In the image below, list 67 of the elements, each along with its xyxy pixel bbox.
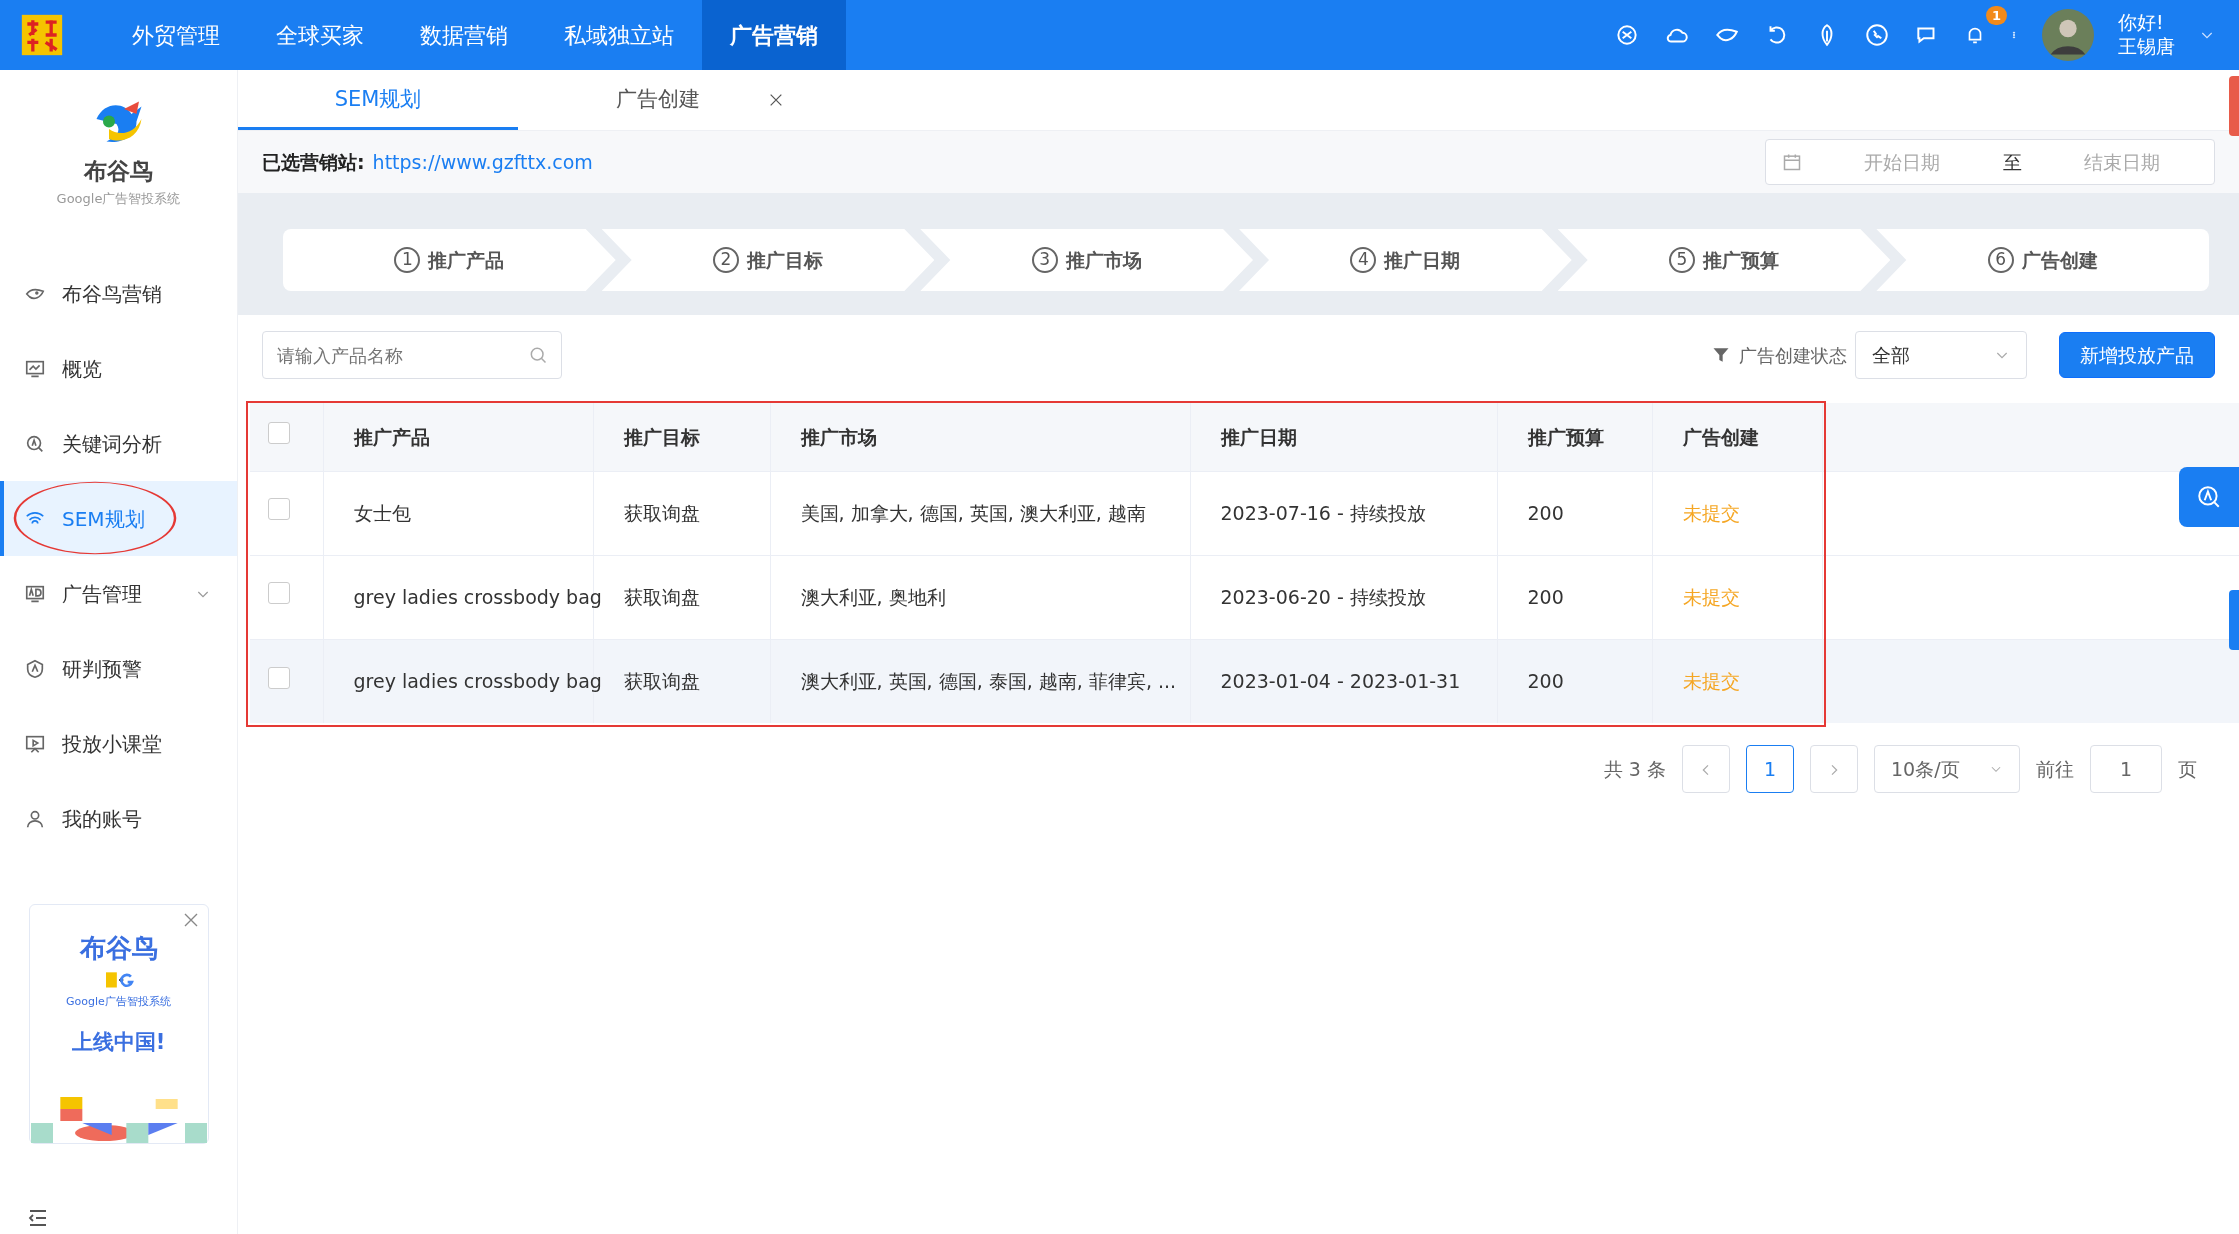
sidebar-item[interactable]: 布谷鸟营销: [0, 256, 237, 331]
table-cell: 澳大利亚, 奥地利: [800, 585, 946, 608]
user-name: 王锡唐: [2118, 35, 2175, 59]
table-cell: 2023-07-16 - 持续投放: [1220, 501, 1426, 524]
table-cell: 获取询盘: [623, 501, 700, 524]
nav-tab[interactable]: 外贸管理: [104, 0, 248, 70]
date-separator: 至: [2002, 149, 2022, 175]
sidebar-item[interactable]: 广告管理: [0, 556, 237, 631]
column-header: 推广市场: [770, 403, 1190, 471]
table-cell: 获取询盘: [623, 585, 700, 608]
site-link[interactable]: https://www.gzfttx.com: [372, 147, 593, 177]
column-header: 推广日期: [1190, 403, 1497, 471]
date-range-field[interactable]: 开始日期 至 结束日期: [1765, 139, 2215, 185]
step-item[interactable]: 3 推广市场: [920, 229, 1253, 291]
table-cell: 获取询盘: [623, 670, 700, 692]
status-select[interactable]: 全部: [1855, 331, 2027, 379]
end-date-placeholder: 结束日期: [2082, 149, 2161, 175]
status-text: 未提交: [1682, 501, 1740, 524]
table-cell: 200: [1527, 585, 1564, 608]
table-cell: 200: [1527, 501, 1564, 524]
notification-badge: 1: [1986, 6, 2008, 25]
sidebar-item[interactable]: 关键词分析: [0, 406, 237, 481]
table-cell: 澳大利亚, 英国, 德国, 泰国, 越南, 菲律宾, ...: [800, 670, 1177, 692]
promo-subtitle: Google广告智投系统: [66, 994, 171, 1010]
step-item[interactable]: 1 推广产品: [283, 229, 616, 291]
table-cell: grey ladies crossbody bag: [353, 585, 602, 608]
status-text: 未提交: [1682, 670, 1740, 692]
step-item[interactable]: 5 推广预算: [1557, 229, 1891, 291]
page-suffix: 页: [2178, 756, 2197, 782]
sidebar-item[interactable]: 概览: [0, 331, 237, 406]
sidebar-item[interactable]: 我的账号: [0, 781, 237, 856]
table-cell: 2023-01-04 - 2023-01-31: [1220, 670, 1461, 692]
brand-name: 布谷鸟: [84, 157, 153, 186]
nav-tab[interactable]: 数据营销: [392, 0, 536, 70]
step-item[interactable]: 4 推广日期: [1239, 229, 1572, 291]
column-header: 推广预算: [1497, 403, 1652, 471]
nav-tab[interactable]: 广告营销: [702, 0, 846, 70]
start-date-placeholder: 开始日期: [1863, 149, 1942, 175]
brand-subtitle: Google广告智投系统: [56, 189, 181, 208]
step-item[interactable]: 2 推广目标: [601, 229, 935, 291]
greeting-text: 你好!: [2118, 11, 2165, 35]
table-cell: 美国, 加拿大, 德国, 英国, 澳大利亚, 越南: [800, 501, 1146, 524]
table-cell: 女士包: [353, 501, 411, 524]
column-header: 推广目标: [593, 403, 770, 471]
page-input[interactable]: 1: [2090, 745, 2162, 793]
filter-label: 广告创建状态: [1739, 343, 1847, 368]
page-button[interactable]: 1: [1746, 745, 1794, 793]
column-header: 广告创建: [1652, 403, 1822, 471]
step-item[interactable]: 6 广告创建: [1876, 229, 2210, 291]
table-cell: 2023-06-20 - 持续投放: [1220, 585, 1426, 608]
page-size-select[interactable]: 10条/页: [1874, 745, 2020, 793]
sidebar-item[interactable]: SEM规划: [0, 481, 237, 556]
promo-title: 布谷鸟: [79, 932, 158, 965]
search-field[interactable]: 请输入产品名称: [262, 331, 562, 379]
nav-tab[interactable]: 私域独立站: [536, 0, 702, 70]
total-count: 共 3 条: [1603, 756, 1666, 782]
column-header: 推广产品: [323, 403, 593, 471]
add-product-button[interactable]: 新增投放产品: [2059, 332, 2215, 378]
table-cell: grey ladies crossbody bag: [353, 670, 602, 692]
nav-tab[interactable]: 全球买家: [248, 0, 392, 70]
table-cell: 200: [1527, 670, 1564, 692]
promo-slogan: 上线中国!: [71, 1028, 166, 1056]
status-text: 未提交: [1682, 585, 1740, 608]
sidebar-item[interactable]: 研判预警: [0, 631, 237, 706]
site-label: 已选营销站:: [262, 149, 365, 175]
goto-label: 前往: [2036, 756, 2074, 782]
sidebar-item[interactable]: 投放小课堂: [0, 706, 237, 781]
